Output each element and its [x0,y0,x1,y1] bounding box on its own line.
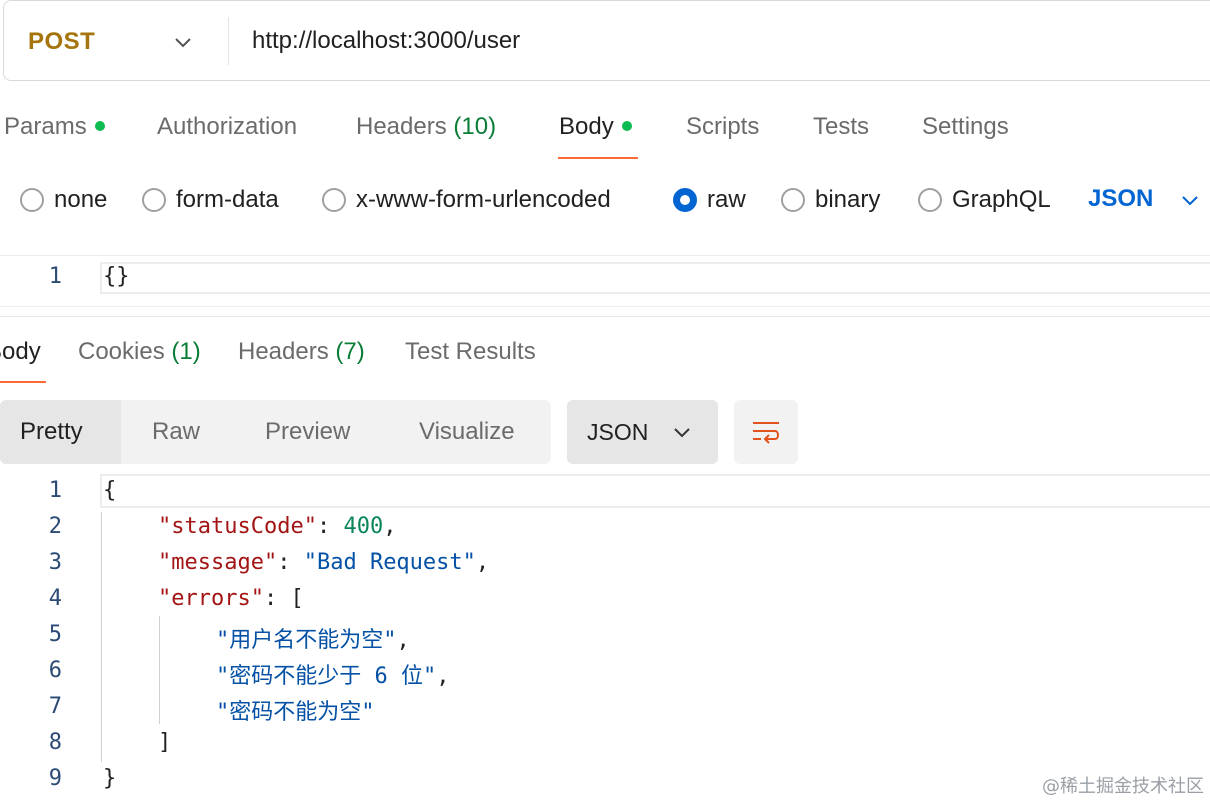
json-brace: } [103,766,117,791]
json-bracket: [ [290,586,304,611]
json-string: "Bad Request" [303,550,476,575]
radio-graphql-label: GraphQL [952,186,1051,213]
tab-tests[interactable]: Tests [813,113,869,141]
radio-form-data-label: form-data [176,186,279,213]
view-raw-button[interactable]: Raw [152,400,200,464]
tab-body[interactable]: Body [559,113,632,141]
method-select[interactable]: POST [28,28,95,56]
json-string: "用户名不能为空" [216,628,397,653]
tab-params-label: Params [4,113,87,140]
json-string: "密码不能少于 6 位" [216,664,437,689]
json-key: "message" [158,550,278,575]
response-tab-body[interactable]: Body [0,338,41,366]
radio-binary-label: binary [815,186,881,213]
response-view-segmented: Pretty Raw Preview Visualize [0,400,551,464]
tab-authorization[interactable]: Authorization [157,113,297,141]
wrap-lines-icon [753,422,779,444]
postman-window: POST http://localhost:3000/user Params A… [0,0,1210,802]
json-line-error-3: "密码不能为空" [216,694,375,726]
json-string: "密码不能为空" [216,700,375,725]
line-number: 9 [48,766,62,791]
response-format-label: JSON [587,419,649,445]
tab-params[interactable]: Params [4,113,105,141]
line-number: 1 [48,264,62,289]
pane-divider[interactable] [0,316,1210,317]
response-format-select[interactable]: JSON [567,400,718,464]
code-line: {} [103,264,130,289]
chevron-down-icon[interactable] [1178,188,1202,212]
radio-none[interactable]: none [20,185,107,215]
wrap-lines-button[interactable] [734,400,798,464]
headers-count: (10) [453,113,497,140]
response-tab-cookies[interactable]: Cookies (1) [78,338,201,366]
view-visualize-button[interactable]: Visualize [419,400,515,464]
active-tab-underline [558,157,638,159]
indent-guide [159,616,160,724]
radio-urlencoded-label: x-www-form-urlencoded [356,186,611,213]
cookies-count: (1) [171,338,201,365]
radio-graphql[interactable]: GraphQL [918,185,1051,215]
radio-raw[interactable]: raw [673,185,746,215]
radio-circle[interactable] [781,188,805,212]
response-tab-cookies-label: Cookies [78,338,165,365]
response-body-viewer[interactable]: 1 2 3 4 5 6 7 8 9 { "statusCode": 400, "… [0,472,1210,802]
radio-binary[interactable]: binary [781,185,880,215]
json-line-status: "statusCode": 400, [158,514,397,539]
json-line-errors: "errors": [ [158,586,304,611]
response-headers-count: (7) [335,338,365,365]
response-tab-headers[interactable]: Headers (7) [238,338,365,366]
tab-scripts[interactable]: Scripts [686,113,759,141]
line-number: 2 [48,514,62,539]
response-tab-headers-label: Headers [238,338,329,365]
chevron-down-icon [674,428,690,438]
radio-urlencoded[interactable]: x-www-form-urlencoded [322,185,611,215]
tab-body-label: Body [559,113,614,140]
watermark-text: @稀土掘金技术社区 [1042,776,1204,797]
response-tab-test-results[interactable]: Test Results [405,338,536,366]
radio-none-label: none [54,186,108,213]
view-preview-button[interactable]: Preview [265,400,350,464]
url-divider [228,17,229,65]
active-line-highlight [100,474,1210,508]
url-bar: POST http://localhost:3000/user [3,0,1210,81]
radio-form-data[interactable]: form-data [142,185,279,215]
tab-settings[interactable]: Settings [922,113,1009,141]
active-line-highlight [100,262,1210,294]
body-format-select[interactable]: JSON [1088,185,1153,213]
tab-headers[interactable]: Headers (10) [356,113,496,141]
params-indicator-dot [94,120,105,131]
json-line-message: "message": "Bad Request", [158,550,490,575]
line-number: 3 [48,550,62,575]
line-number: 1 [48,478,62,503]
line-number: 7 [48,694,62,719]
line-number: 4 [48,586,62,611]
view-pretty-button[interactable]: Pretty [0,400,121,464]
body-indicator-dot [621,120,632,131]
json-key: "errors" [158,586,264,611]
json-brace: { [103,478,117,503]
radio-circle[interactable] [918,188,942,212]
active-response-tab-underline [0,381,46,383]
radio-circle-checked[interactable] [673,188,697,212]
indent-guide [101,512,102,762]
line-number: 6 [48,658,62,683]
url-input[interactable]: http://localhost:3000/user [252,27,520,55]
line-number: 8 [48,730,62,755]
json-bracket: ] [158,730,172,755]
json-key: "statusCode" [158,514,317,539]
radio-raw-label: raw [707,186,746,213]
request-body-editor[interactable]: 1 {} [0,255,1210,307]
json-number: 400 [343,514,384,539]
json-line-error-1: "用户名不能为空", [216,628,410,653]
radio-circle[interactable] [142,188,166,212]
radio-circle[interactable] [20,188,44,212]
json-line-error-2: "密码不能少于 6 位", [216,664,450,689]
radio-circle[interactable] [322,188,346,212]
tab-headers-label: Headers [356,113,447,140]
line-number: 5 [48,622,62,647]
chevron-down-icon[interactable] [171,30,195,54]
